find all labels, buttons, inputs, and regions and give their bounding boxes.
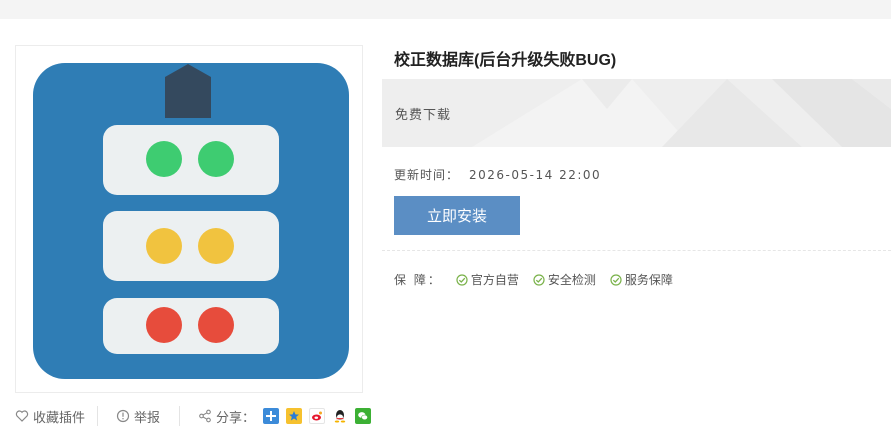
server-panel-bottom [103,298,279,354]
price-band-pattern [382,79,891,147]
status-light-red [146,307,182,343]
guarantee-item-label: 官方自营 [470,273,519,287]
warning-circle-icon [116,409,130,423]
weibo-icon[interactable] [309,408,326,424]
guarantee-item-label: 安全检测 [547,273,596,287]
share-label: 分享： [216,410,256,426]
guarantee-item-label: 服务保障 [624,273,673,287]
server-panel-middle [103,211,279,281]
divider [179,406,180,426]
status-light-yellow [198,228,234,264]
check-circle-icon [610,273,622,286]
qq-icon[interactable] [332,408,349,424]
report-button[interactable]: 举报 [116,407,161,426]
price-label: 免费下载 [395,108,452,123]
divider [382,250,891,251]
update-time-label: 更新时间： [394,168,460,182]
update-time-value: 2026-05-14 22:00 [469,168,602,182]
check-circle-icon [533,273,545,286]
wechat-icon[interactable] [355,408,372,424]
update-time: 更新时间： 2026-05-14 22:00 [394,166,601,183]
image-actions: 收藏插件 举报 分享： [15,405,378,427]
qzone-icon[interactable] [263,408,280,424]
install-button[interactable]: 立即安装 [394,196,520,235]
favorite-label: 收藏插件 [33,410,86,426]
status-light-green [146,141,182,177]
heart-icon [15,409,29,423]
status-light-yellow [146,228,182,264]
plugin-icon [33,63,349,379]
price-band: 免费下载 [382,79,891,147]
share-icon [198,409,212,423]
divider [97,406,98,426]
top-bar [0,0,891,19]
share-group: 分享： [198,407,378,426]
product-image-frame [15,45,363,393]
status-light-green [198,141,234,177]
qq-space-star-icon[interactable] [286,408,303,424]
report-label: 举报 [134,410,161,426]
status-light-red [198,307,234,343]
guarantee-item: 服务保障 [610,271,673,288]
guarantee-label: 保 障： [394,273,442,287]
guarantee-item: 官方自营 [456,271,519,288]
server-panel-top [103,125,279,195]
guarantee-item: 安全检测 [533,271,596,288]
favorite-button[interactable]: 收藏插件 [15,407,97,426]
check-circle-icon [456,273,468,286]
product-title: 校正数据库(后台升级失败BUG) [394,52,617,69]
guarantee-row: 保 障： 官方自营 安全检测 服务保障 [394,271,687,288]
